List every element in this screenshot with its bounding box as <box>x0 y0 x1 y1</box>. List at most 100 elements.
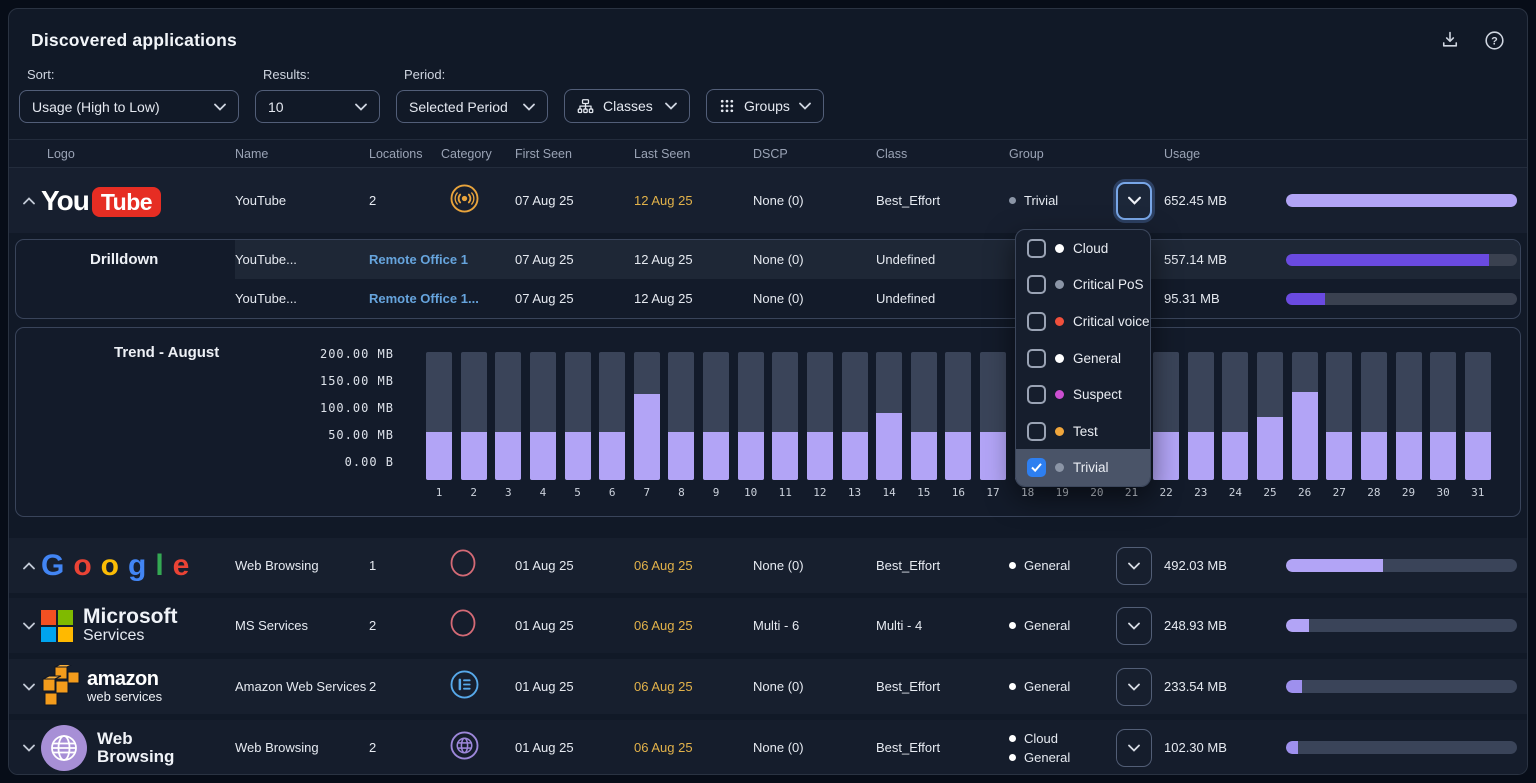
checkbox[interactable] <box>1027 458 1046 477</box>
cell-first-seen: 07 Aug 25 <box>515 291 634 306</box>
group-color-dot <box>1055 317 1064 326</box>
discovered-applications-panel: Discovered applications ? Sort: Usage (H… <box>8 8 1528 775</box>
group-dot <box>1009 754 1016 761</box>
category-browsing-icon <box>441 548 515 583</box>
trend-bar-day-9: 9 <box>703 352 729 480</box>
checkbox[interactable] <box>1027 422 1046 441</box>
checkbox[interactable] <box>1027 312 1046 331</box>
help-icon[interactable]: ? <box>1484 30 1505 51</box>
checkbox[interactable] <box>1027 275 1046 294</box>
google-letter: o <box>73 549 90 583</box>
app-row-amazon[interactable]: amazon web services Amazon Web Services … <box>9 659 1527 714</box>
col-first-seen: First Seen <box>515 147 634 161</box>
group-color-dot <box>1055 427 1064 436</box>
location-link[interactable]: Remote Office 1 <box>369 252 468 267</box>
cell-usage: 557.14 MB <box>1164 252 1286 267</box>
group-option-critical-pos[interactable]: Critical PoS <box>1016 267 1150 304</box>
col-last-seen: Last Seen <box>634 147 753 161</box>
svg-text:?: ? <box>1491 35 1498 47</box>
trend-bar-day-24: 24 <box>1222 352 1248 480</box>
group-dropdown-button[interactable] <box>1116 547 1152 585</box>
expand-chevron-down-icon[interactable] <box>17 622 41 630</box>
app-row-web-browsing[interactable]: WebBrowsing Web Browsing 2 01 Aug 25 06 … <box>9 720 1527 775</box>
cell-name: Web Browsing <box>235 740 369 755</box>
groups-button[interactable]: Groups <box>706 89 824 123</box>
google-letter: l <box>155 549 162 583</box>
group-option-label: Test <box>1073 424 1098 439</box>
checkbox[interactable] <box>1027 349 1046 368</box>
classes-hierarchy-icon <box>577 98 594 115</box>
expand-chevron-down-icon[interactable] <box>17 683 41 691</box>
trend-bar-day-1: 1 <box>426 352 452 480</box>
group-option-label: Critical PoS <box>1073 277 1144 292</box>
col-usage: Usage <box>1164 147 1286 161</box>
classes-button[interactable]: Classes <box>564 89 690 123</box>
group-option-label: Suspect <box>1073 387 1122 402</box>
drilldown-row[interactable]: YouTube... Remote Office 1... 07 Aug 25 … <box>16 279 1520 318</box>
cell-class: Undefined <box>876 291 1009 306</box>
col-locations: Locations <box>369 147 441 161</box>
sort-control: Sort: Usage (High to Low) <box>19 67 239 123</box>
group-option-general[interactable]: General <box>1016 340 1150 377</box>
group-dropdown-button-active[interactable] <box>1116 182 1152 220</box>
classes-control: Classes <box>564 89 690 123</box>
usage-bar <box>1286 194 1517 207</box>
location-link[interactable]: Remote Office 1... <box>369 291 479 306</box>
cell-locations: 1 <box>369 558 441 573</box>
app-row-youtube[interactable]: YouTube YouTube 2 07 Aug 25 12 Aug 25 No… <box>9 168 1527 233</box>
cell-usage: 652.45 MB <box>1164 193 1286 208</box>
results-select[interactable]: 10 <box>255 90 380 123</box>
results-value: 10 <box>268 99 355 115</box>
group-option-critical-voice[interactable]: Critical voice <box>1016 303 1150 340</box>
cell-usage: 233.54 MB <box>1164 679 1286 694</box>
groups-button-label: Groups <box>744 98 790 114</box>
checkbox[interactable] <box>1027 385 1046 404</box>
cell-name: Web Browsing <box>235 558 369 573</box>
group-dropdown-button[interactable] <box>1116 729 1152 767</box>
group-option-trivial[interactable]: Trivial <box>1016 449 1150 486</box>
col-category: Category <box>441 147 515 161</box>
group-dropdown-button[interactable] <box>1116 668 1152 706</box>
group-option-suspect[interactable]: Suspect <box>1016 376 1150 413</box>
group-option-label: Critical voice <box>1073 314 1150 329</box>
cell-last-seen: 12 Aug 25 <box>634 193 753 208</box>
amazon-cubes-icon <box>41 665 83 709</box>
group-dropdown-button[interactable] <box>1116 607 1152 645</box>
download-icon[interactable] <box>1440 30 1460 50</box>
chevron-down-icon <box>214 103 226 111</box>
trend-chart-panel: Trend - August 200.00 MB 150.00 MB 100.0… <box>15 327 1521 517</box>
app-row-google[interactable]: Google Web Browsing 1 01 Aug 25 06 Aug 2… <box>9 538 1527 593</box>
group-dot <box>1009 683 1016 690</box>
cell-first-seen: 07 Aug 25 <box>515 252 634 267</box>
chevron-down-icon <box>355 103 367 111</box>
chevron-down-icon <box>665 102 677 110</box>
trend-bar-day-12: 12 <box>807 352 833 480</box>
col-class: Class <box>876 147 1009 161</box>
cell-dscp: None (0) <box>753 558 876 573</box>
trend-bar-day-27: 27 <box>1326 352 1352 480</box>
collapse-chevron-up-icon[interactable] <box>17 562 41 570</box>
group-option-test[interactable]: Test <box>1016 413 1150 450</box>
usage-bar <box>1286 619 1517 632</box>
cell-group: General <box>1009 679 1116 694</box>
cell-locations: 2 <box>369 618 441 633</box>
group-option-cloud[interactable]: Cloud <box>1016 230 1150 267</box>
collapse-chevron-up-icon[interactable] <box>17 197 41 205</box>
google-letter: G <box>41 549 63 583</box>
app-row-microsoft[interactable]: MicrosoftServices MS Services 2 01 Aug 2… <box>9 598 1527 653</box>
expand-chevron-down-icon[interactable] <box>17 744 41 752</box>
checkbox[interactable] <box>1027 239 1046 258</box>
sort-select[interactable]: Usage (High to Low) <box>19 90 239 123</box>
trend-bar-day-25: 25 <box>1257 352 1283 480</box>
group-color-dot <box>1055 463 1064 472</box>
group-dot <box>1009 622 1016 629</box>
period-select[interactable]: Selected Period <box>396 90 548 123</box>
google-logo: Google <box>41 549 235 583</box>
cell-name: MS Services <box>235 618 369 633</box>
drilldown-row[interactable]: Drilldown YouTube... Remote Office 1 07 … <box>16 240 1520 279</box>
trend-bar-day-10: 10 <box>738 352 764 480</box>
period-value: Selected Period <box>409 99 523 115</box>
cell-locations: 2 <box>369 193 441 208</box>
cell-last-seen: 06 Aug 25 <box>634 558 753 573</box>
cell-first-seen: 01 Aug 25 <box>515 618 634 633</box>
